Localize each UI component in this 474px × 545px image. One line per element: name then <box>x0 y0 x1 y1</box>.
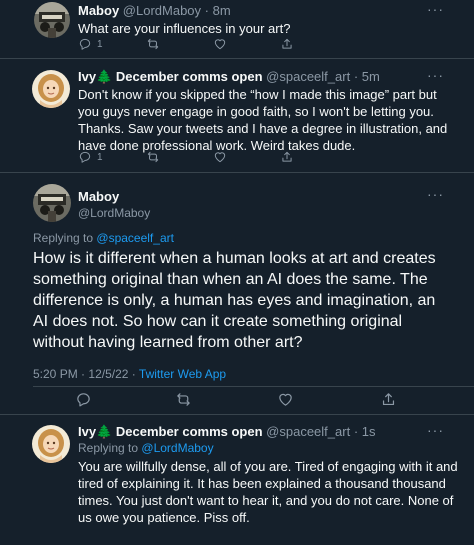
reply-icon <box>79 151 91 163</box>
reply-count: 1 <box>97 151 103 163</box>
reply-icon <box>79 38 91 50</box>
tweet-header: Maboy @LordMaboy · 8m <box>78 3 231 18</box>
reply-count: 1 <box>97 38 103 50</box>
avatar-maboy[interactable] <box>34 2 70 38</box>
retweet-button[interactable] <box>175 391 192 408</box>
retweet-icon <box>147 38 159 50</box>
retweet-icon <box>177 393 190 406</box>
tweet-header: Ivy🌲 December comms open @spaceelf_art ·… <box>78 424 376 440</box>
separator: · <box>353 424 359 439</box>
share-icon <box>282 151 292 162</box>
tweet-text: Don't know if you skipped the “how I mad… <box>78 87 448 153</box>
avatar-ivy[interactable] <box>32 425 70 463</box>
retweet-icon <box>147 151 159 163</box>
tweet-header: Ivy🌲 December comms open @spaceelf_art ·… <box>78 69 380 85</box>
retweet-button[interactable] <box>146 150 160 164</box>
author-handle[interactable]: @LordMaboy <box>78 206 150 220</box>
main-tweet-text: How is it different when a human looks a… <box>33 250 436 351</box>
retweet-button[interactable] <box>146 37 160 51</box>
reply-icon <box>77 393 90 407</box>
tweet-text: What are your influences in your art? <box>78 21 291 36</box>
author-name[interactable]: Maboy <box>78 189 119 204</box>
heart-icon <box>279 393 292 406</box>
replying-to-handle[interactable]: @LordMaboy <box>141 441 213 455</box>
heart-icon <box>214 152 226 163</box>
tweet-text: You are willfully dense, all of you are.… <box>78 459 458 525</box>
avatar-maboy[interactable] <box>33 184 71 222</box>
divider <box>0 58 474 59</box>
more-options-icon[interactable]: ··· <box>427 422 444 438</box>
author-handle[interactable]: @spaceelf_art <box>266 69 350 84</box>
author-handle[interactable]: @LordMaboy <box>123 3 201 18</box>
replying-to: Replying to @spaceelf_art <box>33 231 174 245</box>
like-button[interactable] <box>213 150 227 164</box>
more-options-icon[interactable]: ··· <box>427 1 444 17</box>
more-options-icon[interactable]: ··· <box>427 67 444 83</box>
divider <box>0 172 474 173</box>
author-name[interactable]: Ivy🌲 December comms open <box>78 424 263 439</box>
timestamp[interactable]: 1s <box>362 424 376 439</box>
replying-to: Replying to @LordMaboy <box>78 441 214 455</box>
like-button[interactable] <box>277 391 294 408</box>
replying-to-label: Replying to <box>33 231 94 245</box>
share-icon <box>282 38 292 49</box>
post-date[interactable]: 12/5/22 <box>88 367 128 381</box>
separator: · <box>204 3 210 18</box>
share-button[interactable] <box>280 37 294 51</box>
share-icon <box>382 393 395 406</box>
more-options-icon[interactable]: ··· <box>427 186 444 202</box>
divider <box>0 414 474 415</box>
share-button[interactable] <box>380 391 397 408</box>
author-name[interactable]: Maboy <box>78 3 119 18</box>
post-source[interactable]: Twitter Web App <box>139 367 226 381</box>
reply-button[interactable]: 1 <box>78 37 103 51</box>
author-name[interactable]: Ivy🌲 December comms open <box>78 69 263 84</box>
separator: · <box>353 69 359 84</box>
author-handle[interactable]: @spaceelf_art <box>266 424 350 439</box>
timestamp[interactable]: 5m <box>362 69 380 84</box>
separator: · <box>81 367 86 381</box>
like-button[interactable] <box>213 37 227 51</box>
separator: · <box>131 367 136 381</box>
tweet-meta: 5:20 PM · 12/5/22 · Twitter Web App <box>33 367 226 381</box>
avatar-ivy[interactable] <box>32 70 70 108</box>
share-button[interactable] <box>280 150 294 164</box>
timestamp[interactable]: 8m <box>213 3 231 18</box>
post-time[interactable]: 5:20 PM <box>33 367 78 381</box>
replying-to-handle[interactable]: @spaceelf_art <box>96 231 174 245</box>
reply-button[interactable] <box>75 391 92 408</box>
reply-button[interactable]: 1 <box>78 150 103 164</box>
replying-to-label: Replying to <box>78 441 139 455</box>
divider <box>33 386 474 387</box>
heart-icon <box>214 39 226 50</box>
